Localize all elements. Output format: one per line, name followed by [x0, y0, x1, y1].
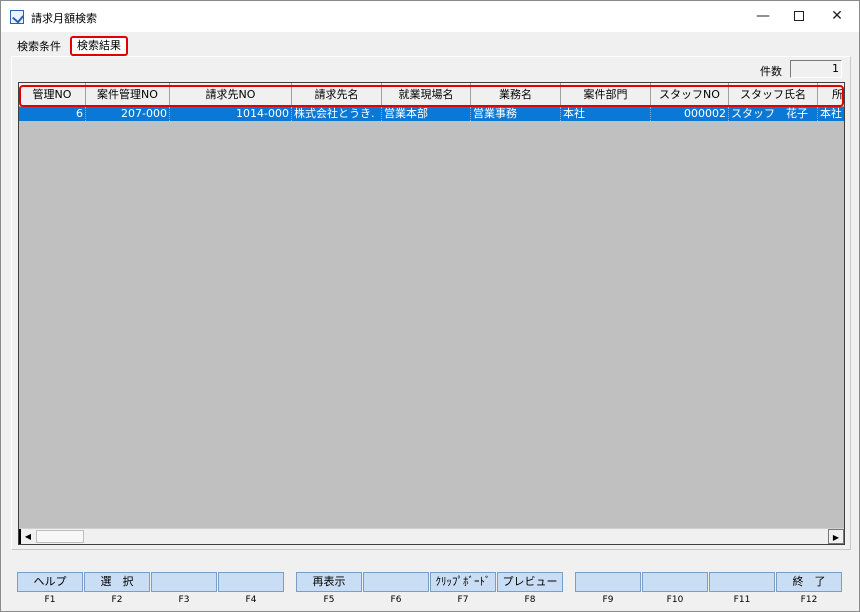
f2-select-button[interactable]: 選 択: [84, 572, 150, 592]
f3-label: F3: [178, 595, 190, 605]
scroll-thumb[interactable]: [36, 530, 84, 543]
cell-worksite-name: 営業本部: [382, 107, 471, 121]
column-header-affiliation[interactable]: 所: [818, 83, 844, 107]
tab-search-results[interactable]: 検索結果: [70, 36, 128, 56]
f1-label: F1: [44, 595, 56, 605]
f4-label: F4: [245, 595, 257, 605]
grid-header: 管理NO 案件管理NO 請求先NO 請求先名 就業現場名 業務名 案件部門 スタ…: [19, 83, 844, 107]
column-header-staff-name[interactable]: スタッフ氏名: [729, 83, 818, 107]
f6-label: F6: [390, 595, 402, 605]
f3-button[interactable]: [151, 572, 217, 592]
window-title: 請求月額検索: [31, 12, 97, 25]
table-row[interactable]: 6 207-000 1014-000 株式会社とうき. 営業本部 営業事務 本社…: [19, 107, 844, 121]
app-window: 請求月額検索 — ✕ 検索条件 検索結果 件数 1 管理NO 案件管理NO 請求…: [0, 0, 860, 612]
f2-label: F2: [111, 595, 123, 605]
cell-management-no: 6: [19, 107, 86, 121]
f11-button[interactable]: [709, 572, 775, 592]
f7-clipboard-button[interactable]: ｸﾘｯﾌﾟﾎﾞｰﾄﾞ: [430, 572, 496, 592]
column-header-staff-no[interactable]: スタッフNO: [651, 83, 729, 107]
horizontal-scrollbar[interactable]: ◀ ▶: [19, 528, 844, 544]
count-value: 1: [790, 60, 842, 78]
f8-preview-button[interactable]: プレビュー: [497, 572, 563, 592]
f8-label: F8: [524, 595, 536, 605]
column-header-worksite-name[interactable]: 就業現場名: [382, 83, 471, 107]
f4-button[interactable]: [218, 572, 284, 592]
column-header-billing-no[interactable]: 請求先NO: [170, 83, 292, 107]
maximize-icon: [794, 11, 804, 21]
f1-help-button[interactable]: ヘルプ: [17, 572, 83, 592]
cell-billing-name: 株式会社とうき.: [292, 107, 382, 121]
cell-project-management-no: 207-000: [86, 107, 170, 121]
count-label: 件数: [760, 65, 782, 78]
f9-button[interactable]: [575, 572, 641, 592]
close-button[interactable]: ✕: [815, 1, 859, 32]
tab-search-conditions[interactable]: 検索条件: [13, 39, 65, 56]
results-grid[interactable]: 管理NO 案件管理NO 請求先NO 請求先名 就業現場名 業務名 案件部門 スタ…: [18, 82, 845, 545]
column-header-project-department[interactable]: 案件部門: [561, 83, 651, 107]
cell-staff-name: スタッフ 花子: [729, 107, 818, 121]
column-header-project-management-no[interactable]: 案件管理NO: [86, 83, 170, 107]
cell-affiliation: 本社: [818, 107, 844, 121]
f5-label: F5: [323, 595, 335, 605]
scroll-left-arrow-icon[interactable]: ◀: [19, 529, 35, 544]
cell-project-department: 本社: [561, 107, 651, 121]
app-icon: [10, 10, 24, 24]
column-header-billing-name[interactable]: 請求先名: [292, 83, 382, 107]
f11-label: F11: [733, 595, 751, 605]
column-header-management-no[interactable]: 管理NO: [19, 83, 86, 107]
column-header-job-name[interactable]: 業務名: [471, 83, 561, 107]
cell-job-name: 営業事務: [471, 107, 561, 121]
cell-billing-no: 1014-000: [170, 107, 292, 121]
f9-label: F9: [602, 595, 614, 605]
f10-label: F10: [666, 595, 684, 605]
f10-button[interactable]: [642, 572, 708, 592]
title-bar: 請求月額検索 — ✕: [1, 1, 859, 32]
f6-button[interactable]: [363, 572, 429, 592]
f7-label: F7: [457, 595, 469, 605]
f5-refresh-button[interactable]: 再表示: [296, 572, 362, 592]
cell-staff-no: 000002: [651, 107, 729, 121]
f12-label: F12: [800, 595, 818, 605]
scroll-right-arrow-icon[interactable]: ▶: [828, 529, 844, 544]
f12-exit-button[interactable]: 終 了: [776, 572, 842, 592]
